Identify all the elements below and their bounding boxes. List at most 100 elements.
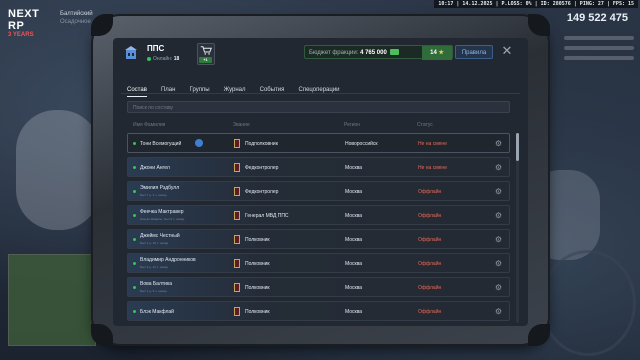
member-rank: Федконтролер (245, 189, 279, 195)
faction-name: ППС (147, 44, 165, 53)
shop-badge: +1 (199, 57, 212, 63)
online-dot (133, 310, 136, 313)
member-region: Новороссийск (345, 141, 378, 147)
rank-insignia-icon (234, 211, 240, 220)
top-status-bar: 10:17 | 14.12.2025 | P.LOSS: 0% | ID: 28… (434, 0, 638, 8)
online-dot (133, 286, 136, 289)
member-row[interactable]: Владимир Андронников Был 4 д. 11 ч. наза… (127, 253, 510, 273)
gear-icon[interactable]: ⚙ (494, 283, 503, 292)
online-dot (133, 238, 136, 241)
minimap (8, 254, 96, 346)
member-region: Москва (345, 261, 363, 267)
cash-icon (390, 49, 400, 56)
star-icon: ★ (438, 50, 444, 56)
police-building-icon (125, 46, 137, 59)
member-status: Оффлайн (418, 237, 442, 243)
member-region: Москва (345, 285, 363, 291)
tab-journal[interactable]: Журнал (224, 87, 246, 96)
member-status: Не на смене (418, 141, 447, 147)
rank-insignia-icon (234, 307, 240, 316)
faction-budget: Бюджет фракции: 4 765 000 14 ★ (304, 45, 453, 60)
member-status: Оффлайн (418, 285, 442, 291)
member-name: Джеймс Честный (140, 233, 180, 239)
member-name: Блэк Макфлай (140, 309, 174, 315)
column-rank[interactable]: Звание (233, 122, 250, 128)
member-row[interactable]: Джони Ангел Федконтролер Москва Не на см… (127, 157, 510, 177)
online-dot (147, 56, 151, 61)
tab-roster[interactable]: Состав (127, 87, 147, 97)
gear-icon[interactable]: ⚙ (494, 211, 503, 220)
gear-icon[interactable]: ⚙ (494, 163, 503, 172)
logo-title: NEXT RP (8, 8, 40, 32)
tablet-frame: ППС Онлайн: 18 +1 Бюджет фракции: 4 765 … (91, 14, 550, 346)
online-dot (133, 190, 136, 193)
member-last-seen: Был 1 д. 16 ч. назад (140, 241, 169, 245)
rank-insignia-icon (234, 139, 240, 148)
member-name: Феечка Мактравер (140, 209, 184, 215)
money-counter: 149 522 475 (566, 12, 628, 24)
search-input[interactable]: Поиск по составу (127, 101, 510, 113)
member-last-seen: Был 1 д. 6 ч. назад (140, 289, 167, 293)
tab-events[interactable]: События (260, 87, 285, 96)
member-row[interactable]: Блэк Макфлай Полковник Москва Оффлайн ⚙ (127, 301, 510, 321)
scrollbar-thumb[interactable] (516, 133, 519, 161)
member-status: Оффлайн (418, 189, 442, 195)
member-name: Джони Ангел (140, 165, 170, 171)
column-name[interactable]: Имя Фамилия (133, 122, 165, 128)
online-dot (133, 166, 136, 169)
budget-value: 4 765 000 (360, 50, 387, 56)
location-name: Балтийский (60, 11, 93, 17)
rank-insignia-icon (234, 259, 240, 268)
tab-special-ops[interactable]: Спецоперации (299, 87, 340, 96)
member-row[interactable]: Тони Всемогущий Подполковник Новороссийс… (127, 133, 510, 153)
member-region: Москва (345, 213, 363, 219)
shop-button[interactable]: +1 (197, 43, 215, 65)
rank-insignia-icon (234, 187, 240, 196)
rules-button[interactable]: Правила (455, 45, 493, 59)
tab-plan[interactable]: План (161, 87, 175, 96)
gear-icon[interactable]: ⚙ (494, 259, 503, 268)
online-indicator: Онлайн: 18 (147, 56, 179, 62)
hud-stats-panel (546, 30, 634, 60)
gear-icon[interactable]: ⚙ (494, 187, 503, 196)
member-region: Москва (345, 309, 363, 315)
budget-label: Бюджет фракции: (309, 50, 359, 56)
faction-header: ППС Онлайн: 18 +1 Бюджет фракции: 4 765 … (113, 38, 528, 72)
online-dot (133, 142, 136, 145)
member-row[interactable]: Эмилия Рэдбулл Был 7 д. 4 ч. назад Федко… (127, 181, 510, 201)
member-last-seen: Лоньки Жмаксы: был 9 ч. назад (140, 217, 185, 221)
member-list-scrollbar[interactable] (516, 133, 519, 323)
member-status: Оффлайн (418, 309, 442, 315)
member-row[interactable]: Феечка Мактравер Лоньки Жмаксы: был 9 ч.… (127, 205, 510, 225)
tab-groups[interactable]: Группы (190, 87, 210, 96)
member-rank: Полковник (245, 309, 270, 315)
hunger-bar (564, 56, 634, 60)
member-region: Москва (345, 237, 363, 243)
location-label: Балтийский Осадочное (60, 10, 93, 26)
online-dot (133, 214, 136, 217)
location-sub: Осадочное (60, 19, 91, 25)
close-button[interactable]: ✕ (499, 43, 515, 61)
frame-corner (91, 14, 113, 36)
armor-bar (564, 46, 634, 50)
member-rank: Подполковник (245, 141, 278, 147)
rank-insignia-icon (234, 163, 240, 172)
motorcycle-left (16, 110, 100, 230)
faction-screen: ППС Онлайн: 18 +1 Бюджет фракции: 4 765 … (113, 38, 528, 326)
gear-icon[interactable]: ⚙ (494, 307, 503, 316)
member-status: Оффлайн (418, 213, 442, 219)
member-row[interactable]: Вова Балтика Был 1 д. 6 ч. назад Полковн… (127, 277, 510, 297)
rules-label: Правила (461, 50, 487, 56)
gear-icon[interactable]: ⚙ (494, 235, 503, 244)
column-region[interactable]: Регион (344, 122, 360, 128)
member-rank: Генерал МВД ППС (245, 213, 289, 219)
member-last-seen: Был 7 д. 4 ч. назад (140, 193, 167, 197)
logo-subtitle: 3 YEARS (8, 32, 34, 38)
column-status[interactable]: Статус (417, 122, 433, 128)
member-region: Москва (345, 189, 363, 195)
member-row[interactable]: Джеймс Честный Был 1 д. 16 ч. назад Полк… (127, 229, 510, 249)
member-last-seen: Был 4 д. 11 ч. назад (140, 265, 168, 269)
stars-count: 14 (430, 50, 437, 56)
gear-icon[interactable]: ⚙ (494, 139, 503, 148)
member-status: Оффлайн (418, 261, 442, 267)
